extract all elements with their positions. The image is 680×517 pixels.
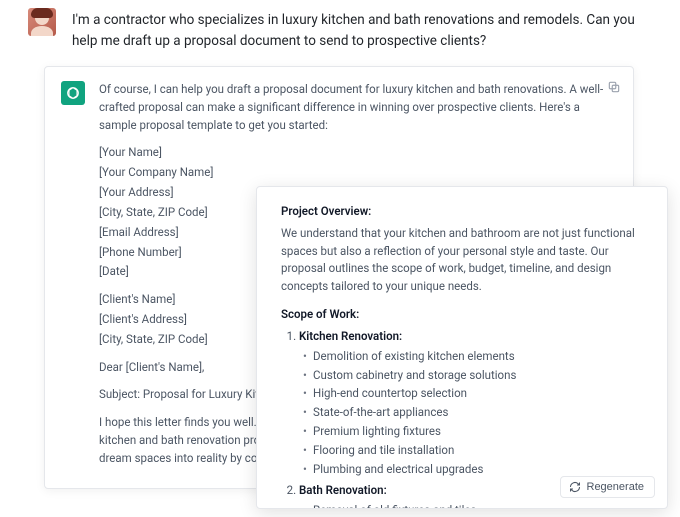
regenerate-button[interactable]: Regenerate [560,476,656,498]
assistant-avatar [61,81,85,105]
regenerate-label: Regenerate [587,481,645,493]
scope-section-title: Kitchen Renovation: [299,329,402,343]
list-item: Flooring and tile installation [303,442,647,460]
list-item: Premium lighting fixtures [303,423,647,441]
list-item: High-end countertop selection [303,385,647,403]
list-item: Removal of old fixtures and tiles [303,502,647,509]
list-item: State-of-the-art appliances [303,404,647,422]
scope-section-kitchen: Kitchen Renovation: Demolition of existi… [299,328,647,479]
assistant-intro: Of course, I can help you draft a propos… [99,81,617,134]
user-avatar [28,8,56,36]
scope-title: Scope of Work: [281,306,647,324]
user-message-text: I'm a contractor who specializes in luxu… [72,8,660,52]
refresh-icon [569,481,581,493]
overview-title: Project Overview: [281,203,647,221]
field-line: [Your Company Name] [99,164,617,182]
scope-card: Project Overview: We understand that you… [256,186,668,509]
field-line: [Your Name] [99,144,617,162]
openai-icon [65,85,81,101]
user-message-row: I'm a contractor who specializes in luxu… [28,8,660,52]
list-item: Demolition of existing kitchen elements [303,348,647,366]
list-item: Custom cabinetry and storage solutions [303,367,647,385]
overview-text: We understand that your kitchen and bath… [281,225,647,296]
scope-bullets: Demolition of existing kitchen elements … [299,348,647,479]
scope-section-title: Bath Renovation: [299,483,387,497]
copy-icon[interactable] [607,79,621,93]
scope-bullets: Removal of old fixtures and tiles Instal… [299,502,647,509]
